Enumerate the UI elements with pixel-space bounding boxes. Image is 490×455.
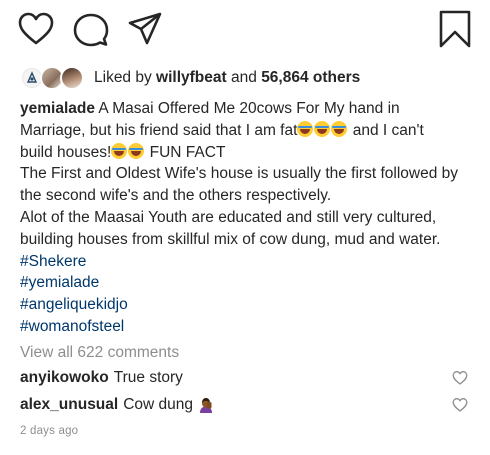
view-all-comments-link[interactable]: View all 622 comments bbox=[20, 344, 179, 362]
post-caption: yemialade A Masai Offered Me 20cows For … bbox=[20, 98, 475, 338]
avatar[interactable] bbox=[60, 66, 84, 90]
likes-count[interactable]: 56,864 others bbox=[261, 69, 360, 86]
comment-heart-icon[interactable] bbox=[452, 397, 468, 413]
caption-line: build houses! FUN FACT bbox=[20, 142, 475, 164]
caption-line: The First and Oldest Wife's house is usu… bbox=[20, 165, 459, 183]
liker-username[interactable]: willyfbeat bbox=[156, 69, 227, 86]
comment-icon[interactable] bbox=[73, 12, 109, 48]
caption-line: building houses from skillful mix of cow… bbox=[20, 230, 441, 248]
caption-line: Alot of the Maasai Youth are educated an… bbox=[20, 208, 437, 226]
comment-text: True story bbox=[113, 369, 183, 386]
bookmark-icon[interactable] bbox=[438, 10, 472, 48]
likes-joiner: and bbox=[231, 69, 257, 86]
heart-icon[interactable] bbox=[18, 12, 54, 46]
caption-text: FUN FACT bbox=[145, 143, 226, 161]
hashtag-link[interactable]: #womanofsteel bbox=[20, 316, 475, 338]
likes-summary: Liked by willyfbeat and 56,864 others bbox=[20, 66, 360, 90]
caption-text: A Masai Offered Me 20cows For My hand in bbox=[98, 100, 400, 117]
caption-text: Marriage, but his friend said that I am … bbox=[20, 121, 298, 139]
laughing-emoji-icon bbox=[111, 142, 128, 159]
comment-row: alex_unusual Cow dung bbox=[20, 394, 475, 416]
comment-text: Cow dung bbox=[123, 396, 194, 413]
caption-username[interactable]: yemialade bbox=[20, 100, 95, 117]
caption-text: and I can't bbox=[348, 121, 424, 139]
laughing-emoji-icon bbox=[297, 120, 314, 137]
hashtag-link[interactable]: #yemialade bbox=[20, 272, 475, 294]
laughing-emoji-icon bbox=[128, 142, 145, 159]
caption-line: yemialade A Masai Offered Me 20cows For … bbox=[20, 98, 475, 120]
comment-heart-icon[interactable] bbox=[452, 370, 468, 386]
hashtag-link[interactable]: #angeliquekidjo bbox=[20, 294, 475, 316]
caption-text: build houses! bbox=[20, 143, 112, 161]
post-action-bar bbox=[0, 0, 490, 60]
likes-text: Liked by willyfbeat and 56,864 others bbox=[94, 69, 360, 87]
laughing-emoji-icon bbox=[314, 120, 331, 137]
comment-row: anyikowoko True story bbox=[20, 367, 475, 389]
laughing-emoji-icon bbox=[331, 120, 348, 137]
caption-line: Marriage, but his friend said that I am … bbox=[20, 120, 475, 142]
comment-username[interactable]: anyikowoko bbox=[20, 369, 109, 387]
logo-avatar-icon bbox=[23, 69, 41, 87]
post-timestamp: 2 days ago bbox=[20, 425, 79, 437]
share-icon[interactable] bbox=[128, 12, 162, 46]
liker-avatars[interactable] bbox=[20, 66, 88, 90]
comment-username[interactable]: alex_unusual bbox=[20, 396, 118, 414]
facepalm-emoji-icon bbox=[200, 398, 213, 413]
likes-prefix: Liked by bbox=[94, 69, 152, 86]
hashtag-link[interactable]: #Shekere bbox=[20, 251, 475, 273]
caption-line: the second wife's and the others respect… bbox=[20, 187, 332, 205]
